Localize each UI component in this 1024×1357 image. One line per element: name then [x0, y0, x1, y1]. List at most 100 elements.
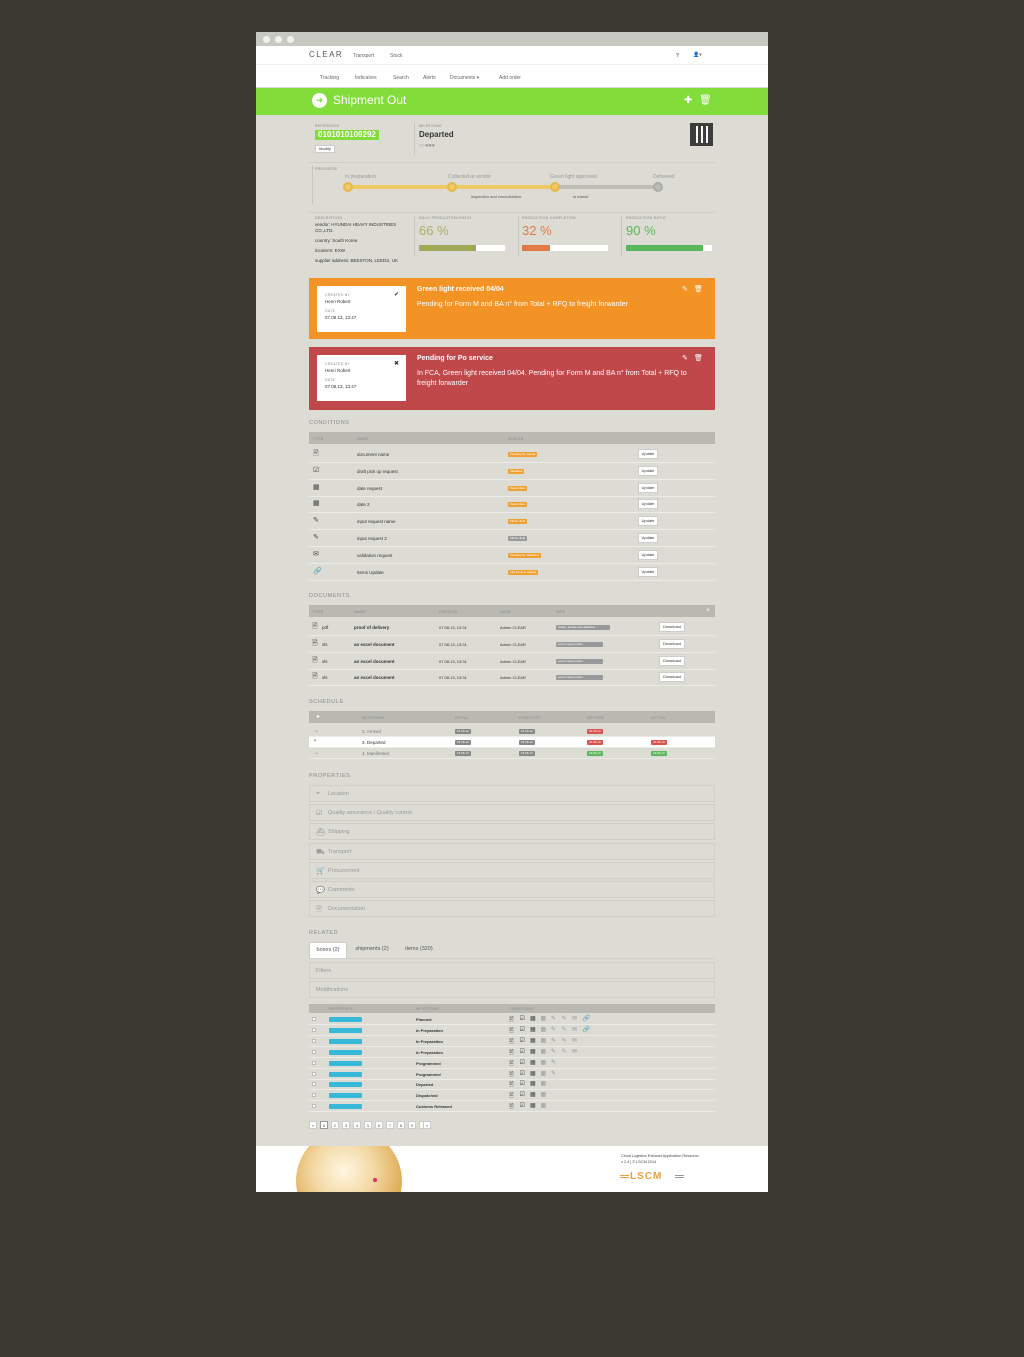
nav-indicators[interactable]: Indicators [355, 75, 377, 81]
reference-tag[interactable] [329, 1082, 362, 1088]
update-button[interactable]: Update [638, 482, 658, 493]
app-logo[interactable]: CLEAR [309, 50, 343, 59]
reference-tag[interactable] [329, 1017, 362, 1022]
download-button[interactable]: Download [659, 655, 685, 666]
row-checkbox[interactable] [312, 1038, 316, 1043]
update-button[interactable]: Update [638, 449, 658, 459]
pagination-item[interactable]: » [423, 1121, 431, 1129]
document-name[interactable]: an excel document [354, 642, 395, 647]
update-button[interactable]: Update [638, 533, 658, 543]
pagination-item[interactable]: 6 [375, 1121, 383, 1129]
property-panel[interactable]: ☑ Quality assurance / Quality control [309, 804, 715, 822]
edit-icon[interactable]: ✎ [682, 285, 688, 293]
progress-step-marker [653, 182, 663, 192]
window-maximize-dot[interactable] [287, 36, 294, 43]
window-chrome [256, 32, 768, 46]
row-checkbox[interactable] [312, 1027, 316, 1032]
chevron-icon[interactable]: ⌄ [314, 727, 319, 734]
row-checkbox[interactable] [312, 1071, 316, 1076]
reference-tag[interactable] [329, 1027, 362, 1033]
qr-code-icon[interactable] [690, 123, 713, 146]
property-panel[interactable]: 🛒 Procurement [309, 861, 715, 879]
schedule-row[interactable]: ⌄ 2. Arrived 01.06.13 01.06.13 01.06.13 [309, 726, 715, 737]
divider [309, 162, 715, 163]
filters-panel[interactable]: Filters [309, 962, 715, 979]
reference-label: REFERENCE [315, 124, 340, 128]
condition-icon: ▦ [530, 1026, 536, 1033]
reference-tag[interactable] [329, 1071, 362, 1077]
update-button[interactable]: Update [638, 549, 658, 560]
lscm-logo[interactable]: LSCM [630, 1171, 662, 1182]
nav-search[interactable]: Search [393, 75, 409, 81]
update-button[interactable]: Update [638, 499, 658, 510]
schedule-header: ▸ MILESTONE INITIAL FORECAST REVISED ACT… [309, 711, 715, 723]
nav-add-order[interactable]: Add order [499, 75, 521, 81]
property-panel[interactable]: 💬 Comments [309, 881, 715, 898]
date-badge: 19.06.13 [455, 740, 471, 745]
pagination-item[interactable]: 2 [331, 1121, 339, 1129]
row-checkbox[interactable] [312, 1049, 316, 1054]
pagination-item[interactable]: 9 [408, 1121, 416, 1129]
trash-icon[interactable]: 🗑 [694, 354, 703, 362]
modifications-panel[interactable]: Modifications [309, 981, 715, 998]
reference-tag[interactable] [329, 1038, 362, 1044]
download-button[interactable]: Download [659, 622, 685, 632]
document-name[interactable]: an excel document [354, 659, 395, 664]
row-checkbox[interactable] [312, 1060, 316, 1065]
kpi-bar-fill [419, 245, 476, 251]
property-panel[interactable]: ⛟ Transport [309, 842, 715, 860]
reference-tag[interactable] [329, 1049, 362, 1055]
row-checkbox[interactable] [312, 1093, 316, 1098]
tab-shipments[interactable]: shipments (2) [349, 942, 395, 959]
pagination-item[interactable]: 8 [397, 1121, 405, 1129]
row-checkbox[interactable] [312, 1017, 316, 1021]
reference-tag[interactable] [329, 1104, 362, 1110]
nav-documents[interactable]: Documents ▾ [450, 75, 479, 81]
pagination-item[interactable]: 7 [386, 1121, 394, 1129]
schedule-row[interactable]: ⌄ 4. Manifested 19.06.13 19.06.13 19.06.13 19… [309, 748, 715, 759]
trash-icon[interactable]: 🗑 [694, 285, 703, 293]
nav-stock[interactable]: Stock [390, 53, 403, 59]
nav-tracking[interactable]: Tracking [320, 75, 339, 81]
tab-items[interactable]: items (320) [398, 942, 440, 959]
tab-boxes[interactable]: boxes (2) [309, 942, 347, 959]
milestone-value: Departed [419, 130, 454, 139]
window-minimize-dot[interactable] [275, 36, 282, 43]
update-button[interactable]: Update [638, 566, 658, 577]
row-checkbox[interactable] [312, 1104, 316, 1109]
pagination-item[interactable]: 5 [364, 1121, 372, 1129]
update-button[interactable]: Update [638, 516, 658, 527]
schedule-row[interactable]: › 3. Departed 19.06.13 19.06.13 24.06.13 24.0… [309, 737, 715, 748]
update-button[interactable]: Update [638, 465, 658, 476]
add-document-button[interactable]: + [706, 607, 710, 614]
user-menu-icon[interactable]: 👤▾ [693, 52, 702, 58]
property-panel[interactable]: ⌖ Location [309, 785, 715, 802]
pagination-item[interactable]: « [309, 1121, 317, 1129]
modify-button[interactable]: Modify [315, 145, 335, 153]
document-name[interactable]: an excel document [354, 675, 395, 680]
add-alert-icon[interactable]: ✚ [684, 95, 692, 106]
reference-tag[interactable] [329, 1093, 362, 1099]
properties-title: PROPERTIES [309, 773, 351, 779]
nav-transport[interactable]: Transport [353, 53, 374, 59]
trash-icon[interactable]: 🗑 [699, 95, 712, 106]
chevron-icon[interactable]: › [314, 738, 316, 744]
pagination-item[interactable]: 4 [353, 1121, 361, 1129]
edit-icon[interactable]: ✎ [682, 354, 688, 362]
document-name[interactable]: proof of delivery [354, 625, 389, 630]
row-checkbox[interactable] [312, 1082, 316, 1087]
property-panel[interactable]: ⛴ Shipping [309, 823, 715, 841]
download-button[interactable]: Download [659, 672, 685, 683]
expand-icon[interactable]: ▸ [317, 713, 320, 720]
window-close-dot[interactable] [263, 36, 270, 43]
progress-step-marker [550, 182, 560, 192]
help-icon[interactable]: ? [676, 53, 679, 59]
download-button[interactable]: Download [659, 638, 685, 649]
pagination-item[interactable]: 1 [320, 1121, 328, 1129]
nav-alerts[interactable]: Alerts [423, 75, 436, 81]
pagination-item[interactable]: 3 [342, 1121, 350, 1129]
chevron-icon[interactable]: ⌄ [314, 749, 319, 756]
column-header: MILESTONE [416, 1007, 439, 1011]
reference-tag[interactable] [329, 1060, 362, 1066]
property-panel[interactable]: 🗎 Documentation [309, 900, 715, 918]
